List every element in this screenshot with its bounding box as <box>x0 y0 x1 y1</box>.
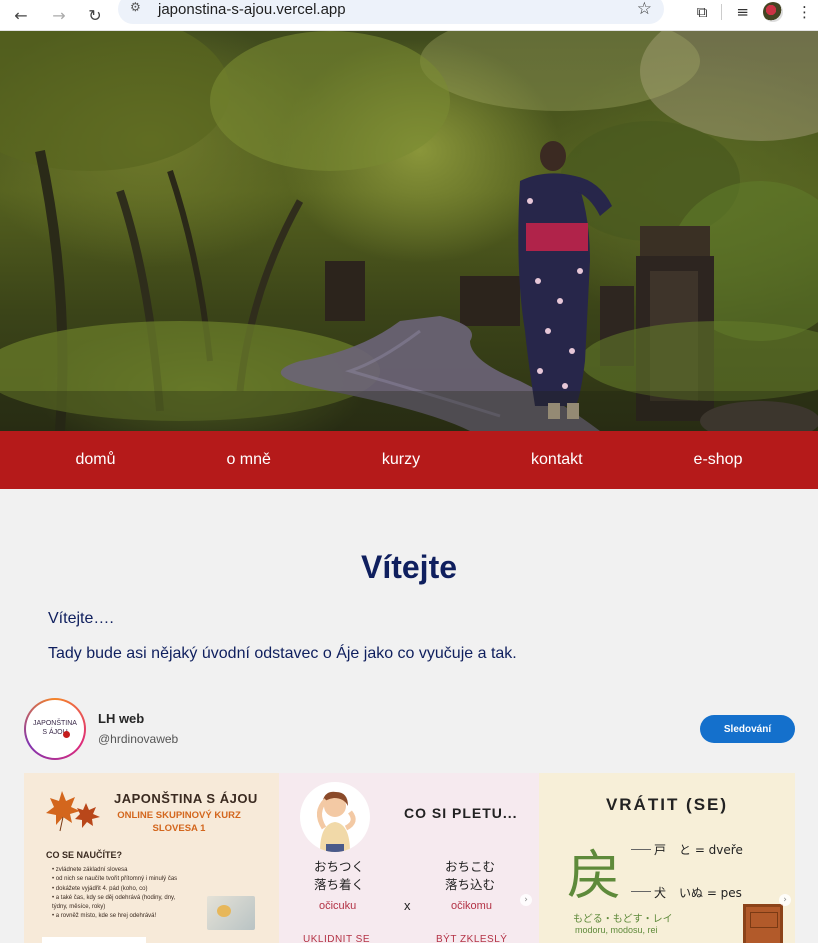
arrow-left-icon[interactable]: ← <box>8 2 34 28</box>
avatar-text-line1: JAPONŠTINA <box>33 720 77 728</box>
site-info-icon[interactable]: ⚙ <box>130 0 148 18</box>
post-footer-bar <box>42 937 146 943</box>
media-queue-icon[interactable]: ≡ <box>736 3 749 21</box>
post-subtitle-line: SLOVESA 1 <box>152 822 206 834</box>
versus-mark: x <box>404 898 411 913</box>
chevron-right-icon[interactable]: › <box>779 894 791 906</box>
bullet-item: • dokážete vyjádřit 4. pád (koho, co) <box>52 885 148 892</box>
left-reading: očicuku <box>319 900 357 912</box>
address-bar[interactable]: ⚙ japonstina-s-ajou.vercel.app ☆ <box>118 0 664 24</box>
right-reading: očikomu <box>451 900 492 912</box>
door-illustration <box>743 904 783 943</box>
menu-item-about[interactable]: o mně <box>226 451 270 469</box>
pointer-line <box>631 849 651 850</box>
menu-item-eshop[interactable]: e-shop <box>694 451 743 469</box>
maple-leaves-icon <box>46 791 100 832</box>
posts-grid: JAPONŠTINA S ÁJOU ONLINE SKUPINOVÝ KURZ … <box>24 773 795 943</box>
post-bullets: • zvládnete základní slovesa • od nich s… <box>52 866 212 922</box>
post-card[interactable]: VRÁTIT (SE) 戻 戸 と = dveře 犬 いぬ = pes もどる… <box>539 773 795 943</box>
bullet-item: • zvládnete základní slovesa <box>52 867 128 873</box>
avatar-logo: JAPONŠTINA S ÁJOU <box>26 699 84 758</box>
divider <box>721 4 723 20</box>
bullet-item: • od nich se naučíte tvořit přítomný i m… <box>52 876 178 883</box>
avatar[interactable]: JAPONŠTINA S ÁJOU <box>24 697 86 760</box>
red-dot-icon <box>63 730 70 738</box>
kanji-readings-jp: もどる・もどす・レイ <box>573 914 673 925</box>
profile-name[interactable]: LH web <box>98 711 178 726</box>
left-japanese: おちつく 落ち着く <box>314 858 364 894</box>
left-jp-kana: おちつく <box>314 859 365 874</box>
intro-text: Vítejte…. <box>48 610 114 627</box>
radical-1: 戸 <box>654 843 667 857</box>
arrow-right-icon[interactable]: → <box>46 2 72 28</box>
radical-2: 犬 <box>654 886 667 900</box>
chevron-right-icon[interactable]: › <box>520 894 532 906</box>
instagram-header: JAPONŠTINA S ÁJOU LH web @hrdinovaweb Sl… <box>24 697 795 760</box>
browser-actions: ⧉ ≡ ⋮ <box>697 0 812 24</box>
star-icon[interactable]: ☆ <box>637 0 652 19</box>
kanji-readings-latin: modoru, modosu, rei <box>575 925 658 935</box>
follow-button[interactable]: Sledování <box>700 715 795 743</box>
menu-item-home[interactable]: domů <box>75 451 115 469</box>
radical-1-meaning: と = dveře <box>679 843 743 857</box>
extensions-icon[interactable]: ⧉ <box>697 3 708 21</box>
right-japanese: おちこむ 落ち込む <box>445 858 495 894</box>
radical-2-meaning: いぬ = pes <box>679 886 742 900</box>
post-title: JAPONŠTINA S ÁJOU <box>114 791 258 806</box>
right-jp-kana: おちこむ <box>445 859 496 874</box>
left-jp-kanji: 落ち着く <box>314 877 365 893</box>
post-title: CO SI PLETU... <box>404 805 518 821</box>
post-card[interactable]: JAPONŠTINA S ÁJOU ONLINE SKUPINOVÝ KURZ … <box>24 773 279 943</box>
hero-image <box>0 31 818 431</box>
hero-garden-illustration <box>0 31 818 431</box>
bullet-item: • a také čas, kdy se děj odehrává (hodin… <box>52 894 176 901</box>
menu-item-contact[interactable]: kontakt <box>531 451 583 469</box>
page-title: Vítejte <box>360 549 458 585</box>
thinking-woman-icon <box>317 791 356 852</box>
bullet-item: • a rovněž místo, kde se hrej odehrává! <box>52 913 157 920</box>
menu-item-courses[interactable]: kurzy <box>382 451 420 469</box>
profile-avatar[interactable] <box>763 2 783 22</box>
bullet-item: týdny, měsíce, roky) <box>52 904 106 911</box>
main-content: Vítejte Vítejte…. Tady bude asi nějaký ú… <box>0 549 818 663</box>
more-menu-icon[interactable]: ⋮ <box>797 3 812 21</box>
pointer-line <box>631 891 651 892</box>
post-title: VRÁTIT (SE) <box>605 795 729 814</box>
post-subtitle-line: ONLINE SKUPINOVÝ KURZ <box>117 810 241 821</box>
post-subtitle: ONLINE SKUPINOVÝ KURZ SLOVESA 1 <box>114 810 244 836</box>
profile-info: LH web @hrdinovaweb <box>98 711 178 746</box>
browser-toolbar: ← → ↻ ⚙ japonstina-s-ajou.vercel.app ☆ ⧉… <box>0 0 818 31</box>
post-photo <box>207 896 255 930</box>
post-heading: CO SE NAUČÍTE? <box>46 850 123 860</box>
kanji-character: 戻 <box>567 844 621 907</box>
right-jp-kanji: 落ち込む <box>445 877 496 893</box>
post-card[interactable]: CO SI PLETU... おちつく 落ち着く očicuku おちこむ 落ち… <box>279 773 539 943</box>
url-text[interactable]: japonstina-s-ajou.vercel.app <box>158 1 637 18</box>
main-menu: domů o mně kurzy kontakt e-shop <box>0 431 818 489</box>
reload-icon[interactable]: ↻ <box>82 2 108 28</box>
intro-paragraph: Tady bude asi nějaký úvodní odstavec o Á… <box>48 645 517 662</box>
instagram-feed: JAPONŠTINA S ÁJOU LH web @hrdinovaweb Sl… <box>24 697 795 943</box>
profile-handle[interactable]: @hrdinovaweb <box>98 732 178 746</box>
woman-illustration <box>300 782 370 852</box>
